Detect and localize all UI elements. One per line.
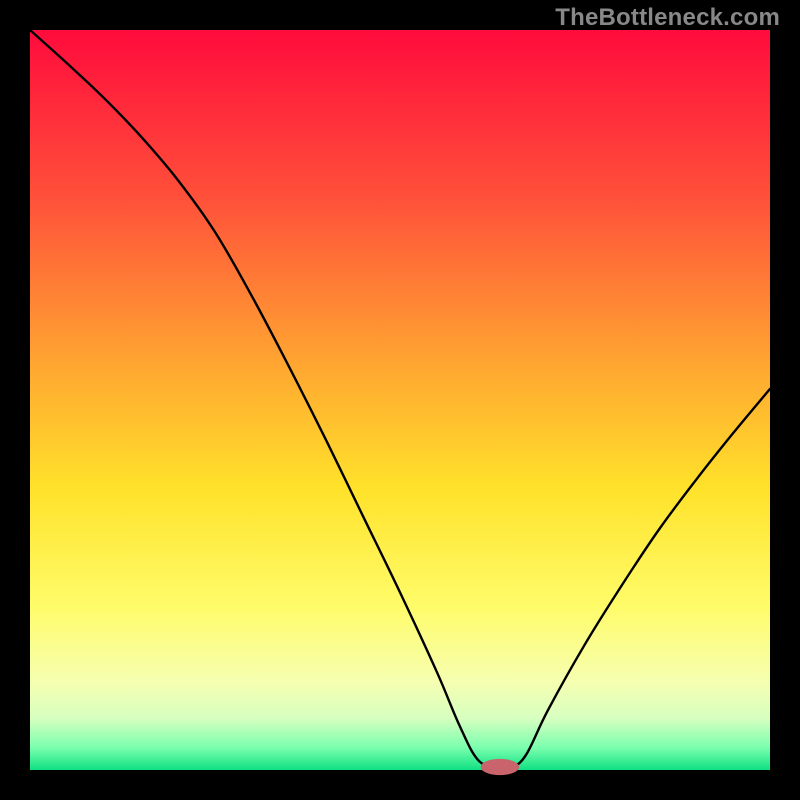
watermark-text: TheBottleneck.com bbox=[555, 4, 780, 32]
chart-frame: { "watermark": "TheBottleneck.com", "cha… bbox=[0, 0, 800, 800]
plot-background bbox=[30, 30, 770, 770]
optimal-marker bbox=[481, 759, 519, 775]
bottleneck-chart bbox=[0, 0, 800, 800]
